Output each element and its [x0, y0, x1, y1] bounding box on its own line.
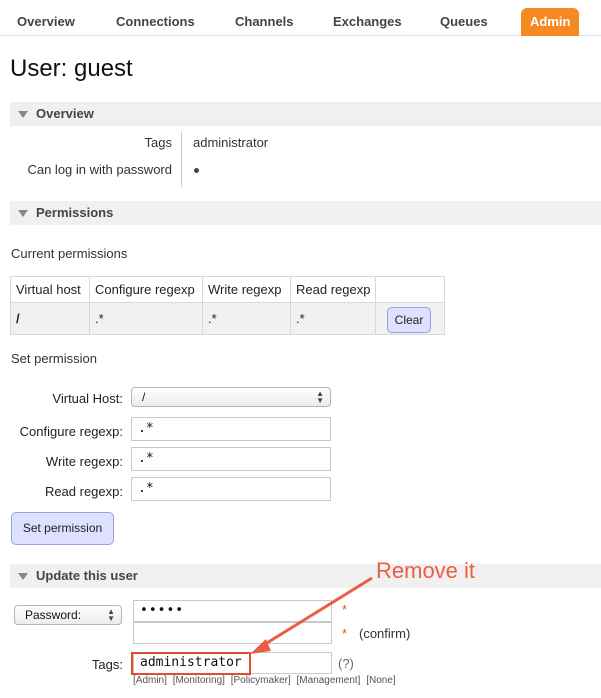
configure-regexp-input[interactable]: .* [131, 417, 331, 441]
select-arrows-icon: ▲ ▼ [107, 607, 115, 623]
table-header-row: Virtual host Configure regexp Write rege… [10, 276, 446, 303]
vhost-select[interactable]: / ▲ ▼ [131, 387, 331, 407]
cell-write: .* [202, 302, 291, 335]
required-star: * [342, 626, 348, 641]
cell-read: .* [289, 302, 377, 335]
nav-admin[interactable]: Admin [521, 8, 580, 36]
permissions-section-header[interactable]: Permissions [10, 201, 601, 225]
clear-button[interactable]: Clear [387, 307, 431, 333]
col-read-regexp: Read regexp [289, 276, 377, 303]
update-user-section-header[interactable]: Update this user [10, 564, 601, 588]
tag-option-admin[interactable]: [Admin] [133, 675, 167, 686]
cell-configure: .* [89, 302, 203, 335]
tags-field-label: Tags: [91, 657, 123, 672]
password-select-value: Password: [25, 608, 82, 622]
tags-input[interactable]: administrator [133, 652, 332, 674]
permissions-header-label: Permissions [36, 205, 114, 220]
top-nav: Overview Connections Channels Exchanges … [0, 0, 601, 36]
col-actions [375, 276, 446, 303]
current-permissions-label: Current permissions [11, 246, 128, 261]
nav-overview[interactable]: Overview [11, 8, 81, 36]
tag-option-monitoring[interactable]: [Monitoring] [173, 675, 225, 686]
tag-option-none[interactable]: [None] [366, 675, 395, 686]
select-arrows-icon: ▲ ▼ [316, 389, 324, 405]
vhost-select-value: / [142, 390, 146, 404]
permissions-table: Virtual host Configure regexp Write rege… [10, 276, 446, 335]
tags-value: administrator [193, 135, 269, 150]
write-regexp-input[interactable]: .* [131, 447, 331, 471]
login-enabled-dot [194, 168, 199, 173]
write-field-label: Write regexp: [45, 454, 123, 469]
update-user-header-label: Update this user [36, 568, 138, 583]
tags-help-link[interactable]: (?) [338, 656, 354, 671]
tag-option-policymaker[interactable]: [Policymaker] [231, 675, 291, 686]
nav-exchanges[interactable]: Exchanges [327, 8, 408, 36]
overview-section-header[interactable]: Overview [10, 102, 601, 126]
table-row: / .* .* .* [10, 302, 446, 335]
read-field-label: Read regexp: [44, 484, 123, 499]
cell-vhost: / [10, 302, 90, 335]
tag-option-management[interactable]: [Management] [297, 675, 361, 686]
required-star: * [342, 602, 348, 617]
col-write-regexp: Write regexp [202, 276, 291, 303]
confirm-label: (confirm) [359, 626, 411, 641]
tag-options: [Admin] [Monitoring] [Policymaker] [Mana… [133, 675, 399, 686]
overview-divider [181, 131, 182, 187]
set-permission-button[interactable]: Set permission [11, 512, 114, 545]
overview-header-label: Overview [36, 106, 94, 121]
tags-label: Tags [144, 135, 172, 150]
password-type-select[interactable]: Password: ▲ ▼ [14, 605, 122, 625]
password-input[interactable]: ••••• [133, 600, 332, 622]
nav-connections[interactable]: Connections [110, 8, 201, 36]
col-virtual-host: Virtual host [10, 276, 90, 303]
collapse-triangle-icon [18, 573, 28, 580]
collapse-triangle-icon [18, 111, 28, 118]
collapse-triangle-icon [18, 210, 28, 217]
annotation-text: Remove it [376, 558, 476, 583]
read-regexp-input[interactable]: .* [131, 477, 331, 501]
configure-field-label: Configure regexp: [19, 424, 123, 439]
nav-queues[interactable]: Queues [434, 8, 494, 36]
col-configure-regexp: Configure regexp [89, 276, 203, 303]
login-label: Can log in with password [27, 162, 172, 177]
vhost-field-label: Virtual Host: [52, 391, 123, 406]
page-title: User: guest [10, 55, 133, 82]
password-confirm-input[interactable] [133, 622, 332, 644]
set-permission-label: Set permission [11, 351, 97, 366]
nav-channels[interactable]: Channels [229, 8, 300, 36]
